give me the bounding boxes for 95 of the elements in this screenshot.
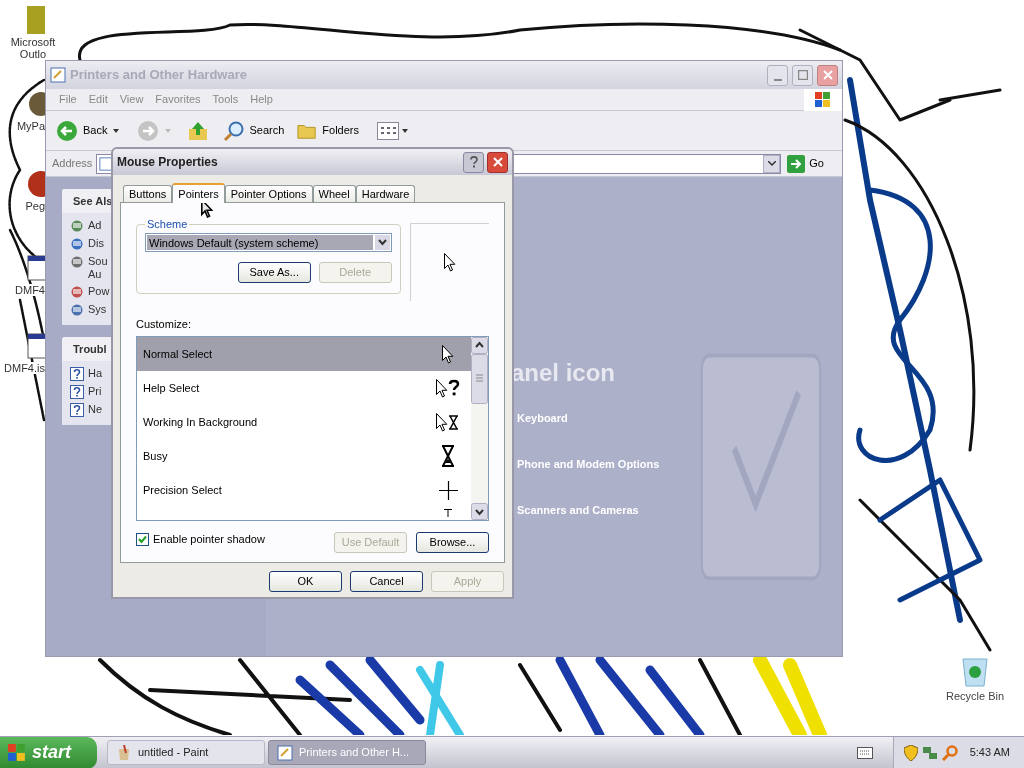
help-button[interactable] — [463, 151, 484, 173]
paint-icon — [116, 744, 132, 761]
check-icon — [138, 534, 147, 544]
shield-icon[interactable] — [903, 744, 918, 761]
arrow-pointer-icon — [442, 344, 454, 364]
customize-label: Customize: — [136, 318, 193, 331]
tab[interactable]: Wheel — [312, 185, 356, 202]
window-icon — [50, 67, 66, 83]
hourglass-icon — [441, 445, 455, 467]
dropdown-button[interactable] — [763, 154, 781, 173]
help-pointer-icon — [436, 378, 460, 398]
window-icon — [277, 744, 293, 761]
dialog-button[interactable]: Save As... — [237, 261, 311, 283]
caret-icon — [402, 128, 408, 133]
pane-link[interactable]: Pri — [88, 385, 110, 398]
pointer-name: Working In Background — [143, 414, 259, 430]
pane-link[interactable]: Ne — [88, 403, 110, 416]
pointer-row[interactable]: Normal Select — [137, 337, 471, 371]
dialog-button[interactable]: Cancel — [350, 571, 423, 592]
maximize-icon — [797, 70, 808, 80]
address-label: Address — [52, 156, 93, 172]
pointer-row[interactable]: Precision Select — [137, 473, 471, 507]
pane-link[interactable]: Ad — [88, 219, 110, 232]
search-icon — [223, 119, 246, 142]
back-button[interactable]: Back — [56, 119, 108, 142]
desktop-icon[interactable] — [25, 252, 45, 284]
window-title: Printers and Other Hardware — [70, 66, 248, 85]
pointer-row[interactable]: Busy — [137, 439, 471, 473]
clock: 5:43 AM — [969, 745, 1010, 761]
keyboard-icon[interactable] — [856, 746, 873, 759]
pane-link[interactable]: Dis — [88, 237, 110, 250]
checkbox-label: Enable pointer shadow — [153, 532, 265, 547]
tab[interactable]: Hardware — [355, 185, 416, 202]
pointer-name: Precision Select — [143, 482, 223, 498]
window-icon — [99, 156, 114, 171]
close-icon — [492, 157, 503, 167]
desktop-icon[interactable] — [25, 330, 45, 362]
pointer-row[interactable]: Working In Background — [137, 405, 471, 439]
dialog-button[interactable]: Browse... — [416, 532, 489, 553]
scheme-select[interactable]: Windows Default (system scheme) — [145, 232, 392, 252]
pane-title: See Als — [73, 193, 113, 209]
minimize-icon — [773, 78, 782, 81]
scroll-thumb[interactable] — [471, 354, 488, 404]
chevron-down-icon — [374, 234, 390, 250]
icon-label: DMF4.is — [4, 362, 45, 374]
scrollbar[interactable] — [471, 337, 488, 520]
section-heading: anel icon — [511, 359, 617, 387]
pane-link[interactable]: Ha — [88, 367, 110, 380]
dialog-title: Mouse Properties — [117, 154, 219, 171]
chevron-down-icon — [767, 161, 776, 166]
help-icon — [70, 403, 84, 417]
tab[interactable]: Pointer Options — [224, 185, 313, 202]
icon-label: MyPa — [16, 120, 45, 132]
pointer-row[interactable]: Help Select — [137, 371, 471, 405]
pane-link[interactable]: Sou Au — [88, 255, 110, 281]
select-value: Windows Default (system scheme) — [147, 234, 373, 250]
dialog-button[interactable]: OK — [269, 571, 342, 592]
icon-label: Peg — [25, 200, 45, 212]
close-button[interactable] — [817, 64, 838, 86]
scroll-up-icon[interactable] — [471, 337, 488, 354]
scroll-down-icon[interactable] — [471, 503, 488, 520]
pane-link[interactable]: Sys — [88, 303, 110, 316]
icon-label: DMF4 — [15, 284, 45, 296]
group-label: Scheme — [146, 217, 189, 232]
flag-logo-icon — [815, 91, 831, 108]
pane-link[interactable]: Pow — [88, 285, 110, 298]
crosshair-icon — [438, 480, 458, 500]
tab[interactable]: Pointers — [172, 183, 225, 203]
pointer-name: Help Select — [143, 380, 201, 396]
close-icon — [822, 70, 833, 80]
pane-title: Troubl — [73, 341, 107, 357]
checkbox[interactable] — [136, 532, 149, 546]
text-cursor-icon — [444, 509, 452, 517]
go-button[interactable]: Go — [787, 154, 824, 173]
taskbar-button[interactable]: untitled - Paint — [107, 740, 265, 765]
maximize-button[interactable] — [792, 64, 813, 86]
desktop-icon[interactable] — [25, 168, 45, 200]
help-icon — [70, 385, 84, 399]
working-pointer-icon — [436, 412, 460, 432]
folders-button[interactable]: Folders — [296, 120, 359, 141]
grid-view-icon — [377, 121, 399, 140]
search-button[interactable]: Search — [223, 119, 285, 142]
flag-logo-icon — [8, 743, 26, 762]
minimize-button[interactable] — [767, 64, 788, 86]
close-button[interactable] — [487, 151, 508, 173]
pointer-name: Normal Select — [143, 346, 214, 362]
recycle-bin-icon[interactable] — [959, 656, 991, 688]
question-mark-icon — [469, 156, 478, 168]
views-button[interactable] — [377, 121, 408, 140]
tab[interactable]: Buttons — [123, 185, 173, 202]
pointer-name: Busy — [143, 448, 169, 464]
icon-label: Recycle Bin — [945, 689, 1005, 704]
caret-icon[interactable] — [113, 128, 120, 133]
help-icon — [70, 367, 84, 381]
arrow-pointer-icon — [443, 253, 456, 272]
